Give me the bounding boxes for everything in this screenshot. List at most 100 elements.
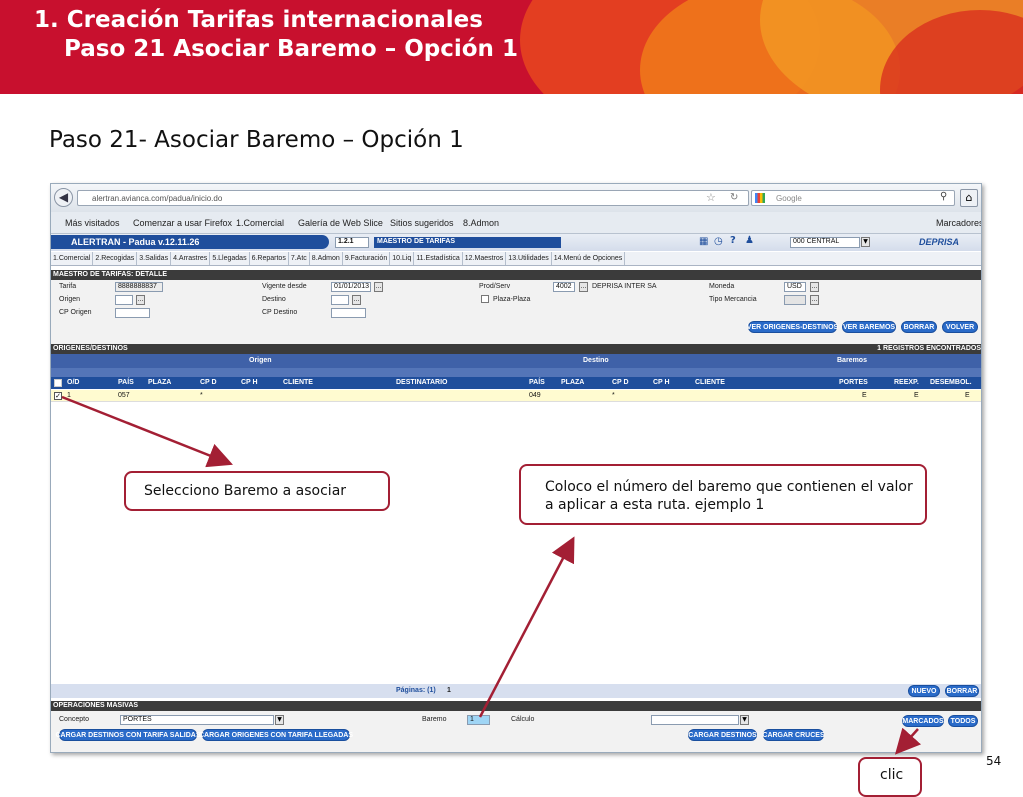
slide-subtitle: Paso 21- Asociar Baremo – Opción 1 — [49, 127, 464, 153]
bookmark-comercial[interactable]: 1.Comercial — [236, 218, 284, 228]
cp-origen-label: CP Origen — [59, 309, 92, 316]
calculo-dropdown-arrow[interactable]: ▼ — [740, 715, 749, 725]
clock-icon[interactable]: ◷ — [714, 236, 723, 247]
od-spacer-row — [51, 368, 981, 377]
plaza-plaza-checkbox[interactable] — [481, 295, 489, 303]
url-text: alertran.avianca.com/padua/inicio.do — [92, 194, 223, 203]
row-cpd-destino: * — [612, 392, 615, 399]
bookmark-comenzar[interactable]: Comenzar a usar Firefox — [133, 218, 232, 228]
bookmark-galeria[interactable]: Galería de Web Slice — [298, 218, 383, 228]
todos-button[interactable]: TODOS — [948, 715, 978, 727]
detail-form: Tarifa 8888888837 Origen … CP Origen Vig… — [51, 280, 981, 344]
pagination-bar: Páginas: (1) 1 NUEVO BORRAR — [51, 684, 981, 698]
reload-icon[interactable]: ↻ — [730, 192, 738, 203]
menu-admon[interactable]: 8.Admon — [310, 252, 343, 265]
table-row[interactable]: ✓ 1 057 * 049 * E E E — [51, 390, 981, 402]
back-button[interactable]: ◀ — [54, 188, 73, 207]
cargar-destinos-tarifa-salidas-button[interactable]: CARGAR DESTINOS CON TARIFA SALIDAS — [55, 729, 201, 741]
concepto-select[interactable]: PORTES — [120, 715, 274, 725]
marcados-button[interactable]: MARCADOS — [902, 715, 944, 727]
office-select[interactable]: 000 CENTRAL — [790, 237, 860, 248]
tipo-mercancia-label: Tipo Mercancia — [709, 296, 757, 303]
bookmark-mas-visitados[interactable]: Más visitados — [65, 218, 120, 228]
menu-comercial[interactable]: 1.Comercial — [51, 252, 94, 265]
url-bar[interactable]: alertran.avianca.com/padua/inicio.do ☆ ↻ — [77, 190, 749, 206]
od-section-title: ORIGENES/DESTINOS 1 REGISTROS ENCONTRADO… — [51, 344, 981, 354]
baremo-label: Baremo — [422, 716, 447, 723]
moneda-lookup-button[interactable]: … — [810, 282, 819, 292]
star-icon[interactable]: ☆ — [706, 191, 716, 204]
menu-repartos[interactable]: 6.Repartos — [250, 252, 289, 265]
search-bar[interactable]: Google ⚲ — [751, 190, 955, 206]
menu-utilidades[interactable]: 13.Utilidades — [506, 252, 552, 265]
menu-estadistica[interactable]: 11.Estadística — [414, 252, 463, 265]
origen-field[interactable] — [115, 295, 133, 305]
nuevo-button[interactable]: NUEVO — [908, 685, 940, 697]
massive-section-title: OPERACIONES MASIVAS — [51, 701, 981, 711]
origen-lookup-button[interactable]: … — [136, 295, 145, 305]
cargar-origenes-tarifa-llegadas-button[interactable]: CARGAR ORIGENES CON TARIFA LLEGADAS — [199, 729, 353, 741]
volver-button[interactable]: VOLVER — [942, 321, 978, 333]
page-number: 54 — [986, 754, 1002, 768]
menu-arrastres[interactable]: 4.Arrastres — [171, 252, 211, 265]
row-reexp: E — [914, 392, 919, 399]
home-icon[interactable]: ⌂ — [960, 189, 978, 207]
row-desembol: E — [965, 392, 970, 399]
ver-baremos-button[interactable]: VER BAREMOS — [842, 321, 896, 333]
search-placeholder: Google — [776, 194, 802, 203]
destino-label: Destino — [262, 296, 286, 303]
bookmark-admon[interactable]: 8.Admon — [463, 218, 499, 228]
borrar-detail-button[interactable]: BORRAR — [901, 321, 937, 333]
office-dropdown-arrow[interactable]: ▼ — [861, 237, 870, 247]
callout-baremo-number: Coloco el número del baremo que contiene… — [519, 464, 927, 525]
menu-recogidas[interactable]: 2.Recogidas — [93, 252, 138, 265]
bookmarks-menu[interactable]: Marcadores — [936, 218, 981, 228]
ver-origenes-destinos-button[interactable]: VER ORIGENES-DESTINOS — [747, 321, 838, 333]
cp-origen-field[interactable] — [115, 308, 150, 318]
pages-value[interactable]: 1 — [447, 687, 451, 694]
destino-lookup-button[interactable]: … — [352, 295, 361, 305]
vigente-label: Vigente desde — [262, 283, 307, 290]
baremo-field[interactable]: 1 — [467, 715, 490, 725]
row-checkbox[interactable]: ✓ — [54, 392, 62, 400]
col-cliente-destino: CLIENTE — [695, 379, 725, 386]
header-banner: 1. Creación Tarifas internacionales Paso… — [0, 0, 1023, 94]
concepto-label: Concepto — [59, 716, 89, 723]
destino-field[interactable] — [331, 295, 349, 305]
menu-facturacion[interactable]: 9.Facturación — [343, 252, 391, 265]
concepto-dropdown-arrow[interactable]: ▼ — [275, 715, 284, 725]
vigente-field[interactable]: 01/01/2013 — [331, 282, 371, 292]
screen-code-field[interactable]: 1.2.1 — [335, 237, 369, 248]
user-icon[interactable]: ♟ — [745, 235, 754, 246]
moneda-label: Moneda — [709, 283, 735, 290]
detail-section-title: MAESTRO DE TARIFAS: DETALLE — [51, 270, 981, 280]
cargar-cruces-button[interactable]: CARGAR CRUCES — [762, 729, 825, 741]
magnifier-icon[interactable]: ⚲ — [940, 191, 947, 202]
col-reexp: REEXP. — [894, 379, 919, 386]
menu-opciones[interactable]: 14.Menú de Opciones — [552, 252, 626, 265]
calendar-icon[interactable]: ▦ — [699, 236, 708, 247]
prod-code-field[interactable]: 4002 — [553, 282, 575, 292]
select-all-checkbox[interactable] — [54, 379, 62, 387]
bookmark-sitios[interactable]: Sitios sugeridos — [390, 218, 454, 228]
cargar-destinos-button[interactable]: CARGAR DESTINOS — [688, 729, 757, 741]
help-icon[interactable]: ? — [730, 235, 736, 246]
menu-maestros[interactable]: 12.Maestros — [463, 252, 507, 265]
menu-llegadas[interactable]: 5.Llegadas — [210, 252, 250, 265]
bookmarks-bar: Más visitados Comenzar a usar Firefox 1.… — [51, 212, 981, 234]
moneda-field[interactable]: USD — [784, 282, 806, 292]
tipo-mercancia-lookup-button[interactable]: … — [810, 295, 819, 305]
menu-liq[interactable]: 10.Liq — [390, 252, 415, 265]
records-found: 1 REGISTROS ENCONTRADOS — [877, 345, 981, 352]
borrar-od-button[interactable]: BORRAR — [945, 685, 979, 697]
vigente-calendar-button[interactable]: … — [374, 282, 383, 292]
menu-atc[interactable]: 7.Atc — [289, 252, 310, 265]
col-cpd-destino: CP D — [612, 379, 629, 386]
cp-destino-field[interactable] — [331, 308, 366, 318]
row-cpd-origen: * — [200, 392, 203, 399]
prod-lookup-button[interactable]: … — [579, 282, 588, 292]
calculo-select[interactable] — [651, 715, 739, 725]
menu-salidas[interactable]: 3.Salidas — [137, 252, 172, 265]
tarifa-field[interactable]: 8888888837 — [115, 282, 163, 292]
tipo-mercancia-field[interactable] — [784, 295, 806, 305]
